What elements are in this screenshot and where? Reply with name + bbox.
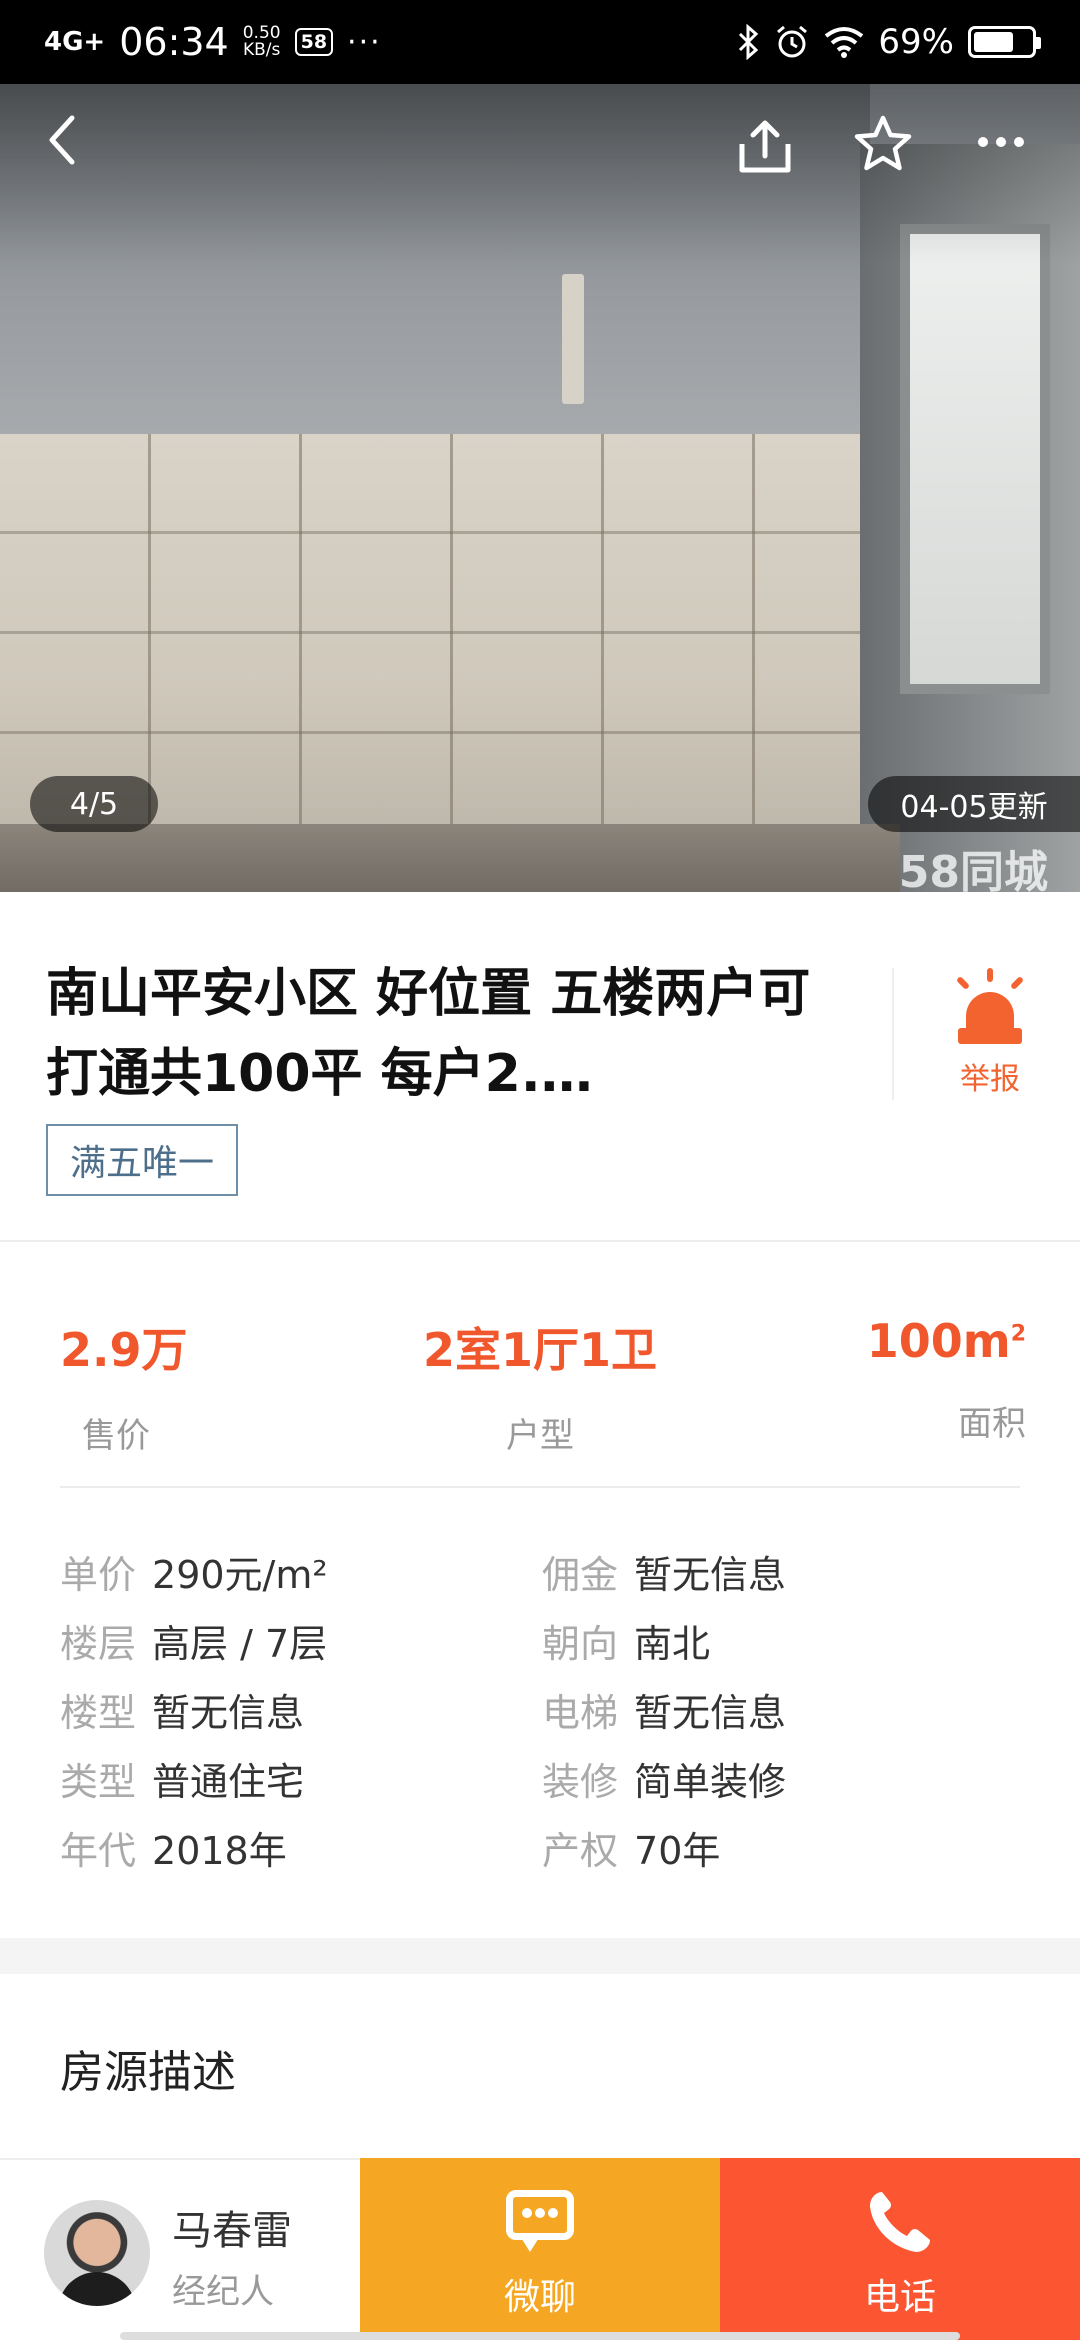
detail-row: 类型 普通住宅 装修 简单装修 <box>60 1751 1020 1820</box>
area-value-wrap: 100m2 <box>867 1314 1026 1368</box>
phone-icon <box>860 2186 940 2258</box>
battery-icon <box>968 26 1041 58</box>
network-speed: 0.50 KB/s <box>243 25 281 59</box>
photo-socket <box>562 274 584 404</box>
status-left: 4G+ 06:34 0.50 KB/s 58 ··· <box>44 20 382 64</box>
status-more: ··· <box>347 24 382 60</box>
detail-key: 楼型 <box>60 1691 137 1735</box>
detail-grid: 单价 290元/m² 佣金 暂无信息 楼层 高层 / 7层 朝向 南北 楼型 暂无信息 电… <box>60 1544 1020 1889</box>
detail-row: 楼型 暂无信息 电梯 暂无信息 <box>60 1682 1020 1751</box>
report-label: 举报 <box>960 1062 1020 1097</box>
detail-value: 暂无信息 <box>634 1553 787 1597</box>
share-icon <box>739 120 791 173</box>
area-label: 面积 <box>958 1404 1026 1444</box>
detail-key: 朝向 <box>542 1622 619 1666</box>
chat-button[interactable]: 微聊 <box>360 2158 720 2340</box>
detail-value: 南北 <box>634 1622 711 1666</box>
status-bar: 4G+ 06:34 0.50 KB/s 58 ··· 69% <box>0 0 1080 84</box>
photo-floor <box>0 824 900 892</box>
detail-key: 类型 <box>60 1760 137 1804</box>
detail-key: 单价 <box>60 1553 137 1597</box>
photo-top-shade <box>0 84 1080 264</box>
home-indicator <box>120 2332 960 2340</box>
back-button[interactable] <box>44 112 80 177</box>
more-button[interactable] <box>976 116 1026 156</box>
speed-unit: KB/s <box>242 40 281 60</box>
battery-percent: 69% <box>878 22 954 62</box>
more-icon <box>978 137 1024 147</box>
detail-key: 年代 <box>60 1829 137 1873</box>
layout-label: 户型 <box>506 1416 574 1456</box>
photo-door-glass <box>900 224 1050 694</box>
detail-key: 佣金 <box>542 1553 619 1597</box>
fact-area: 100m2 面积 <box>867 1314 1026 1445</box>
update-date: 04-05更新 <box>868 776 1080 832</box>
agent-name: 马春雷 <box>172 2208 292 2254</box>
call-label: 电话 <box>863 2277 936 2318</box>
detail-key: 电梯 <box>542 1691 619 1735</box>
price-label: 售价 <box>82 1416 150 1456</box>
listing-title: 南山平安小区 好位置 五楼两户可打通共100平 每户2.… <box>46 964 811 1104</box>
bluetooth-icon <box>739 24 759 60</box>
price-value: 2.9万 <box>60 1323 188 1377</box>
title-section: 南山平安小区 好位置 五楼两户可打通共100平 每户2.… 满五唯一 举报 <box>0 892 1080 1242</box>
detail-key: 产权 <box>542 1829 619 1873</box>
detail-value: 普通住宅 <box>152 1760 305 1804</box>
detail-value: 暂无信息 <box>152 1691 305 1735</box>
status-right: 69% <box>738 22 1041 62</box>
area-value: 100m <box>866 1314 1011 1368</box>
detail-value: 290元/m² <box>152 1553 328 1597</box>
chat-bubble-icon <box>500 2186 580 2258</box>
detail-row: 单价 290元/m² 佣金 暂无信息 <box>60 1544 1020 1613</box>
detail-value: 简单装修 <box>634 1760 787 1804</box>
detail-key: 装修 <box>542 1760 619 1804</box>
chevron-left-icon <box>49 115 75 165</box>
agent-role: 经纪人 <box>172 2272 274 2312</box>
app-badge: 58 <box>294 28 334 56</box>
agent-card[interactable]: 马春雷 经纪人 <box>0 2158 360 2340</box>
facts-separator <box>60 1486 1020 1488</box>
chat-label: 微聊 <box>503 2277 576 2318</box>
clock: 06:34 <box>119 20 229 64</box>
report-button[interactable]: 举报 <box>930 968 1050 1098</box>
report-divider <box>892 968 894 1100</box>
fact-layout: 2室1厅1卫 户型 <box>400 1314 680 1457</box>
detail-value: 2018年 <box>152 1829 287 1873</box>
detail-value: 70年 <box>634 1829 721 1873</box>
detail-value: 暂无信息 <box>634 1691 787 1735</box>
detail-key: 楼层 <box>60 1622 137 1666</box>
layout-value: 2室1厅1卫 <box>422 1323 658 1377</box>
call-button[interactable]: 电话 <box>720 2158 1080 2340</box>
detail-value: 高层 / 7层 <box>152 1622 328 1666</box>
detail-row: 楼层 高层 / 7层 朝向 南北 <box>60 1613 1020 1682</box>
share-button[interactable] <box>736 118 794 185</box>
battery-fill <box>974 32 1013 52</box>
listing-photo[interactable] <box>0 84 1080 892</box>
alarm-icon <box>777 25 808 58</box>
wifi-icon <box>825 27 864 58</box>
network-indicator: 4G+ <box>44 27 106 57</box>
area-unit-sup: 2 <box>1010 1321 1026 1347</box>
avatar <box>44 2200 150 2306</box>
listing-tag: 满五唯一 <box>46 1124 239 1196</box>
watermark: 58同城 <box>898 847 1048 898</box>
favorite-button[interactable] <box>852 114 914 183</box>
siren-icon <box>952 968 1028 1048</box>
key-facts: 2.9万 售价 2室1厅1卫 户型 100m2 面积 <box>0 1242 1080 1486</box>
detail-row: 年代 2018年 产权 70年 <box>60 1820 1020 1889</box>
bottom-action-bar: 马春雷 经纪人 微聊 电话 <box>0 2158 1080 2340</box>
fact-price: 2.9万 售价 <box>60 1314 188 1457</box>
photo-counter: 4/5 <box>30 776 158 832</box>
section-gap <box>0 1938 1080 1974</box>
star-icon <box>854 115 912 171</box>
description-title: 房源描述 <box>60 2047 236 2098</box>
